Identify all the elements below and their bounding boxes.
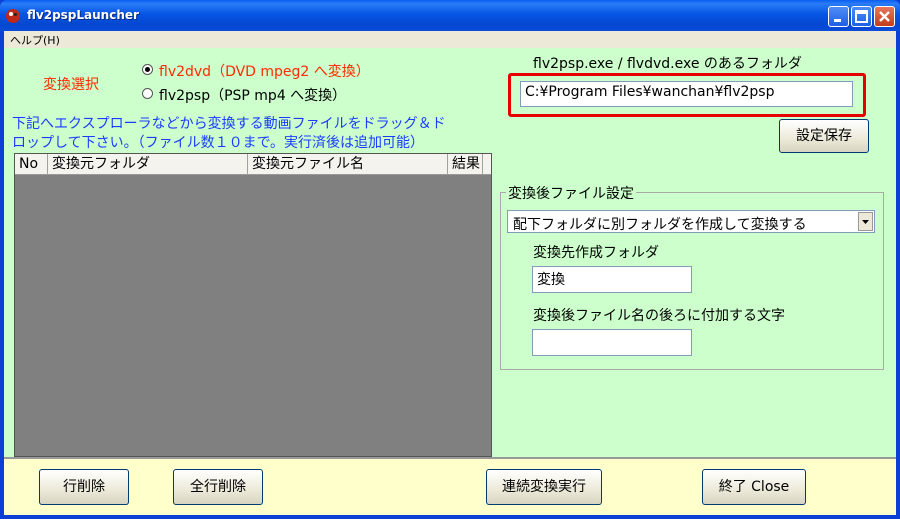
column-result[interactable]: 結果 [448,154,483,175]
bottom-button-panel: 行削除 全行削除 連続変換実行 終了 Close [4,457,896,515]
file-list-header: No 変換元フォルダ 変換元ファイル名 結果 [15,154,491,175]
column-no[interactable]: No [15,154,48,175]
maximize-button[interactable] [851,6,872,27]
column-source-folder[interactable]: 変換元フォルダ [48,154,248,175]
output-settings-title: 変換後ファイル設定 [506,183,636,203]
close-icon [879,11,890,22]
minimize-button[interactable] [828,6,849,27]
conversion-select-label: 変換選択 [43,77,99,93]
exe-folder-input[interactable]: C:¥Program Files¥wanchan¥flv2psp [520,81,853,107]
menu-bar: ヘルプ(H) [4,31,896,48]
client-area: 変換選択 flv2dvd（DVD mpeg2 へ変換） flv2psp（PSP … [4,48,896,515]
close-app-button[interactable]: 終了 Close [702,469,806,505]
run-batch-conversion-button[interactable]: 連続変換実行 [486,469,602,505]
delete-all-rows-button[interactable]: 全行削除 [173,469,263,505]
delete-row-button[interactable]: 行削除 [39,469,129,505]
instruction-line-2: ロップして下さい。（ファイル数１０まで。実行済後は追加可能） [12,135,425,151]
output-mode-selected: 配下フォルダに別フォルダを作成して変換する [513,217,807,233]
option-flv2dvd-label[interactable]: flv2dvd（DVD mpeg2 へ変換） [159,61,370,81]
minimize-icon [834,19,841,22]
close-window-button[interactable] [874,6,895,27]
exe-folder-label: flv2psp.exe / flvdvd.exe のあるフォルダ [533,56,802,72]
suffix-input[interactable] [532,329,692,356]
dropdown-arrow[interactable] [858,212,873,231]
suffix-label: 変換後ファイル名の後ろに付加する文字 [533,308,785,324]
window-title: flv2pspLauncher [27,8,139,22]
instruction-line-1: 下記へエクスプローラなどから変換する動画ファイルをドラッグ＆ド [12,116,446,132]
app-icon [6,9,20,23]
chevron-down-icon [862,220,869,224]
save-settings-button[interactable]: 設定保存 [779,119,869,153]
dest-folder-input[interactable]: 変換 [532,266,692,293]
menu-help[interactable]: ヘルプ(H) [10,32,60,48]
title-bar[interactable]: flv2pspLauncher [0,0,900,31]
dest-folder-label: 変換先作成フォルダ [533,245,659,261]
output-mode-dropdown[interactable]: 配下フォルダに別フォルダを作成して変換する [507,210,875,233]
column-source-filename[interactable]: 変換元ファイル名 [248,154,448,175]
maximize-icon [855,10,868,23]
radio-flv2dvd[interactable] [142,64,153,75]
radio-flv2psp[interactable] [142,88,153,99]
file-list[interactable]: No 変換元フォルダ 変換元ファイル名 結果 [14,153,492,457]
app-window: flv2pspLauncher ヘルプ(H) 変換選択 flv2dvd（DVD … [0,0,900,519]
option-flv2psp-label[interactable]: flv2psp（PSP mp4 へ変換） [159,85,346,105]
